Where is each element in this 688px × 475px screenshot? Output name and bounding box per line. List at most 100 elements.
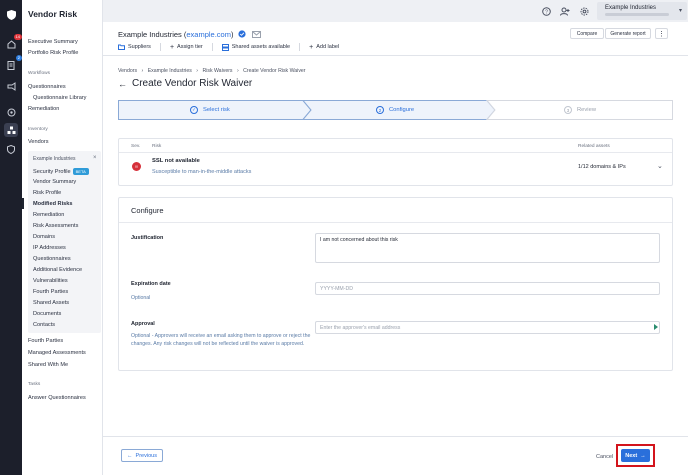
mail-icon[interactable] xyxy=(251,30,261,40)
step-select-risk[interactable]: ✓ Select risk xyxy=(190,100,230,120)
shared-assets-button[interactable]: Shared assets available xyxy=(221,43,290,51)
divider xyxy=(119,152,672,153)
sidebar-heading-inventory: Inventory xyxy=(28,127,48,132)
approval-help: Optional - Approvers will receive an ema… xyxy=(131,333,311,347)
arrow-left-icon: ← xyxy=(127,452,133,459)
sidebar-item-ip-addresses[interactable]: IP Addresses xyxy=(33,245,66,251)
breadcrumb-current: Create Vendor Risk Waiver xyxy=(243,68,306,74)
expiration-date-input[interactable]: YYYY-MM-DD xyxy=(315,282,660,295)
severity-badge: !!! xyxy=(132,162,141,171)
vendor-title: Example Industries (example.com) xyxy=(118,30,261,40)
assign-tier-button[interactable]: + Assign tier xyxy=(170,44,203,51)
configure-card: Configure Justification I am not concern… xyxy=(118,197,673,371)
sidebar-item-executive-summary[interactable]: Executive Summary xyxy=(28,39,78,45)
approval-label: Approval xyxy=(131,321,155,327)
configure-title: Configure xyxy=(131,206,164,215)
autocomplete-arrow-icon[interactable] xyxy=(654,324,658,330)
step-configure[interactable]: 2 Configure xyxy=(376,100,414,120)
sidebar-item-questionnaires[interactable]: Questionnaires xyxy=(28,84,66,90)
sidebar-item-remediation[interactable]: Remediation xyxy=(28,106,59,112)
vendor-domain-link[interactable]: example.com xyxy=(186,30,231,39)
sidebar-item-fourth-parties-vendor[interactable]: Fourth Parties xyxy=(33,289,68,295)
plus-icon: + xyxy=(169,43,175,51)
arrow-right-icon: → xyxy=(640,452,646,459)
justification-textarea[interactable]: I am not concerned about this risk xyxy=(315,233,660,263)
vendor-risk-icon[interactable] xyxy=(4,123,18,137)
vendor-group-name: Example Industries xyxy=(33,156,76,162)
suppliers-button[interactable]: Suppliers xyxy=(118,44,151,50)
sidebar-item-security-profile[interactable]: Security Profile BETA xyxy=(33,168,89,175)
icon-rail: 14 2 xyxy=(0,0,22,475)
sidebar-item-shared-assets[interactable]: Shared Assets xyxy=(33,300,69,306)
risk-subtitle: Susceptible to man-in-the-middle attacks xyxy=(152,169,252,175)
sidebar-item-questionnaire-library[interactable]: Questionnaire Library xyxy=(33,95,86,101)
chevron-down-icon: ▾ xyxy=(678,8,682,14)
radar-icon[interactable] xyxy=(4,105,18,119)
gear-icon[interactable] xyxy=(579,6,589,16)
sidebar-item-vendors[interactable]: Vendors xyxy=(28,139,49,145)
sidebar-item-portfolio-risk-profile[interactable]: Portfolio Risk Profile xyxy=(28,50,78,56)
beta-badge: BETA xyxy=(72,168,89,175)
breadcrumb-vendors[interactable]: Vendors xyxy=(118,68,137,74)
col-sev: Sev. xyxy=(131,144,141,149)
home-badge: 14 xyxy=(13,34,22,40)
add-label-button[interactable]: + Add label xyxy=(309,44,339,51)
next-button[interactable]: Next → xyxy=(621,449,650,462)
account-email-redacted xyxy=(605,13,669,16)
divider xyxy=(299,43,301,51)
sidebar-item-shared-with-me[interactable]: Shared With Me xyxy=(28,362,68,368)
divider xyxy=(119,222,672,223)
active-indicator xyxy=(22,198,24,209)
sidebar-item-questionnaires-vendor[interactable]: Questionnaires xyxy=(33,256,71,262)
home-icon[interactable]: 14 xyxy=(4,34,22,51)
sidebar-item-contacts[interactable]: Contacts xyxy=(33,322,55,328)
logo-shield-icon[interactable] xyxy=(4,8,18,22)
shield-check-icon[interactable] xyxy=(4,142,18,156)
generate-report-button[interactable]: Generate report xyxy=(605,28,651,39)
account-name: Example Industries xyxy=(605,5,657,11)
sidebar-item-additional-evidence[interactable]: Additional Evidence xyxy=(33,267,82,273)
stepper: ✓ Select risk 2 Configure 3 Review xyxy=(118,100,673,120)
vendor-name: Example Industries xyxy=(118,30,182,39)
sidebar-item-fourth-parties[interactable]: Fourth Parties xyxy=(28,338,63,344)
compare-button[interactable]: Compare xyxy=(570,28,604,39)
sidebar-item-remediation-vendor[interactable]: Remediation xyxy=(33,212,64,218)
cancel-button[interactable]: Cancel xyxy=(596,454,613,460)
main-content: Vendors › Example Industries › Risk Waiv… xyxy=(103,56,688,475)
divider xyxy=(159,43,161,51)
sidebar: Vendor Risk Executive Summary Portfolio … xyxy=(22,0,103,475)
sidebar-item-modified-risks[interactable]: Modified Risks xyxy=(33,201,72,207)
more-options-button[interactable]: ⋮ xyxy=(655,28,668,39)
help-icon[interactable]: ? xyxy=(541,6,551,16)
sidebar-item-documents[interactable]: Documents xyxy=(33,311,61,317)
users-icon[interactable] xyxy=(560,6,570,16)
sidebar-heading-tasks: Tasks xyxy=(28,382,41,387)
sidebar-item-managed-assessments[interactable]: Managed Assessments xyxy=(28,350,86,356)
back-arrow-icon[interactable]: ← xyxy=(118,79,127,89)
sidebar-item-vulnerabilities[interactable]: Vulnerabilities xyxy=(33,278,68,284)
related-assets-value: 1/12 domains & IPs xyxy=(578,164,626,170)
megaphone-icon[interactable] xyxy=(4,79,18,93)
top-bar: ? Example Industries ▾ xyxy=(103,0,688,22)
sidebar-item-risk-assessments[interactable]: Risk Assessments xyxy=(33,223,78,229)
check-icon: ✓ xyxy=(190,106,198,114)
sidebar-item-domains[interactable]: Domains xyxy=(33,234,55,240)
sidebar-title: Vendor Risk xyxy=(28,9,78,19)
col-risk: Risk xyxy=(152,144,162,149)
approver-email-input[interactable]: Enter the approver's email address xyxy=(315,321,660,334)
col-related-assets: Related assets xyxy=(578,144,610,149)
sidebar-item-risk-profile[interactable]: Risk Profile xyxy=(33,190,61,196)
justification-label: Justification xyxy=(131,235,164,241)
previous-button[interactable]: ← Previous xyxy=(121,449,163,462)
account-switcher[interactable]: Example Industries ▾ xyxy=(597,2,687,20)
breadcrumb-vendor[interactable]: Example Industries xyxy=(148,68,192,74)
sidebar-item-answer-questionnaires[interactable]: Answer Questionnaires xyxy=(28,395,86,401)
expand-chevron-icon[interactable]: ⌄ xyxy=(657,162,663,170)
breadcrumb-risk-waivers[interactable]: Risk Waivers xyxy=(202,68,232,74)
wizard-footer: ← Previous Cancel Next → xyxy=(103,436,688,475)
sidebar-item-vendor-summary[interactable]: Vendor Summary xyxy=(33,179,76,185)
step-review: 3 Review xyxy=(564,100,596,120)
sidebar-heading-workflows: Workflows xyxy=(28,71,51,76)
close-vendor-icon[interactable]: × xyxy=(93,155,97,161)
questionnaire-icon[interactable]: 2 xyxy=(4,55,22,72)
